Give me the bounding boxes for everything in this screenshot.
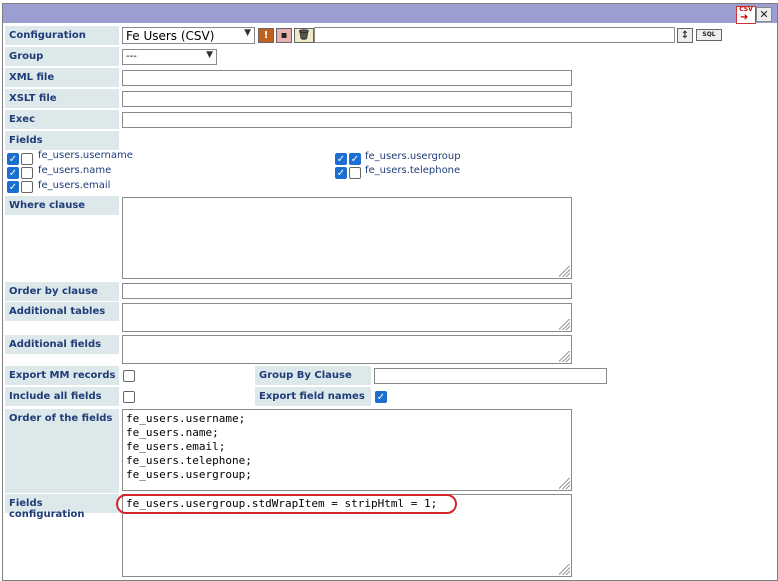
field-usergroup-label: fe_users.usergroup <box>365 151 461 162</box>
export-mm-records-checkbox[interactable] <box>123 370 135 382</box>
field-telephone-label: fe_users.telephone <box>365 165 461 176</box>
field-username-checkbox-2[interactable] <box>21 153 33 165</box>
label-xslt-file: XSLT file <box>5 89 119 108</box>
resize-grip-icon[interactable] <box>559 564 570 575</box>
label-export-mm-records: Export MM records <box>5 366 119 385</box>
label-fields-configuration: Fields configuration <box>5 494 119 520</box>
group-by-input[interactable] <box>374 368 607 384</box>
title-bar: CSV ➜ ✕ <box>3 4 777 24</box>
sql-button[interactable]: SQL <box>696 29 722 41</box>
order-of-fields-textarea[interactable]: fe_users.username; fe_users.name; fe_use… <box>122 409 572 491</box>
configuration-select[interactable]: Fe Users (CSV) ▼ <box>122 27 255 44</box>
field-username-label: fe_users.username <box>38 150 133 161</box>
chevron-down-icon: ▼ <box>206 50 213 60</box>
label-group: Group <box>5 47 119 66</box>
refresh-icon[interactable]: ↕ <box>677 28 693 43</box>
label-additional-fields: Additional fields <box>5 335 119 354</box>
configuration-name-input[interactable] <box>314 27 675 43</box>
field-name-checkbox[interactable]: ✓ <box>7 167 19 179</box>
field-usergroup-checkbox[interactable]: ✓ <box>335 153 347 165</box>
field-name-checkbox-2[interactable] <box>21 167 33 179</box>
resize-grip-icon[interactable] <box>559 319 570 330</box>
configuration-selected-value: Fe Users (CSV) <box>126 29 215 43</box>
chevron-down-icon: ▼ <box>244 28 251 38</box>
field-telephone-checkbox-2[interactable] <box>349 167 361 179</box>
arrow-right-icon: ➜ <box>740 12 749 23</box>
xml-file-input[interactable] <box>122 70 572 86</box>
label-xml-file: XML file <box>5 68 119 87</box>
label-configuration: Configuration <box>5 26 119 45</box>
include-all-fields-checkbox[interactable] <box>123 391 135 403</box>
save-icon[interactable]: ▪ <box>276 28 292 43</box>
xslt-file-input[interactable] <box>122 91 572 107</box>
field-telephone-checkbox[interactable]: ✓ <box>335 167 347 179</box>
label-export-field-names: Export field names <box>255 387 371 406</box>
exec-input[interactable] <box>122 112 572 128</box>
field-usergroup-checkbox-2[interactable]: ✓ <box>349 153 361 165</box>
resize-grip-icon[interactable] <box>559 478 570 489</box>
highlight-annotation <box>116 494 457 514</box>
resize-grip-icon[interactable] <box>559 266 570 277</box>
group-select[interactable]: --- ▼ <box>122 49 217 65</box>
label-order-of-fields: Order of the fields <box>5 409 119 493</box>
group-selected-value: --- <box>126 51 137 62</box>
label-exec: Exec <box>5 110 119 129</box>
additional-fields-textarea[interactable] <box>122 335 572 364</box>
field-username-checkbox[interactable]: ✓ <box>7 153 19 165</box>
field-email-checkbox[interactable]: ✓ <box>7 181 19 193</box>
csv-export-icon[interactable]: CSV ➜ <box>736 6 756 24</box>
field-email-checkbox-2[interactable] <box>21 181 33 193</box>
label-where-clause: Where clause <box>5 196 119 215</box>
warning-icon[interactable]: ! <box>258 28 274 43</box>
close-icon[interactable]: ✕ <box>756 7 772 22</box>
where-clause-textarea[interactable] <box>122 197 572 279</box>
label-group-by-clause: Group By Clause <box>255 366 371 385</box>
export-field-names-checkbox[interactable]: ✓ <box>375 391 387 403</box>
label-order-by-clause: Order by clause <box>5 282 119 301</box>
additional-tables-textarea[interactable] <box>122 303 572 332</box>
order-of-fields-text: fe_users.username; fe_users.name; fe_use… <box>126 412 252 481</box>
field-name-label: fe_users.name <box>38 165 112 176</box>
delete-icon[interactable]: 🗑 <box>294 28 314 43</box>
export-form-panel: CSV ➜ ✕ Configuration Fe Users (CSV) ▼ !… <box>2 3 778 581</box>
label-fields: Fields <box>5 131 119 150</box>
order-by-input[interactable] <box>122 283 572 299</box>
field-email-label: fe_users.email <box>38 180 111 191</box>
label-include-all-fields: Include all fields <box>5 387 119 406</box>
resize-grip-icon[interactable] <box>559 351 570 362</box>
label-additional-tables: Additional tables <box>5 302 119 321</box>
